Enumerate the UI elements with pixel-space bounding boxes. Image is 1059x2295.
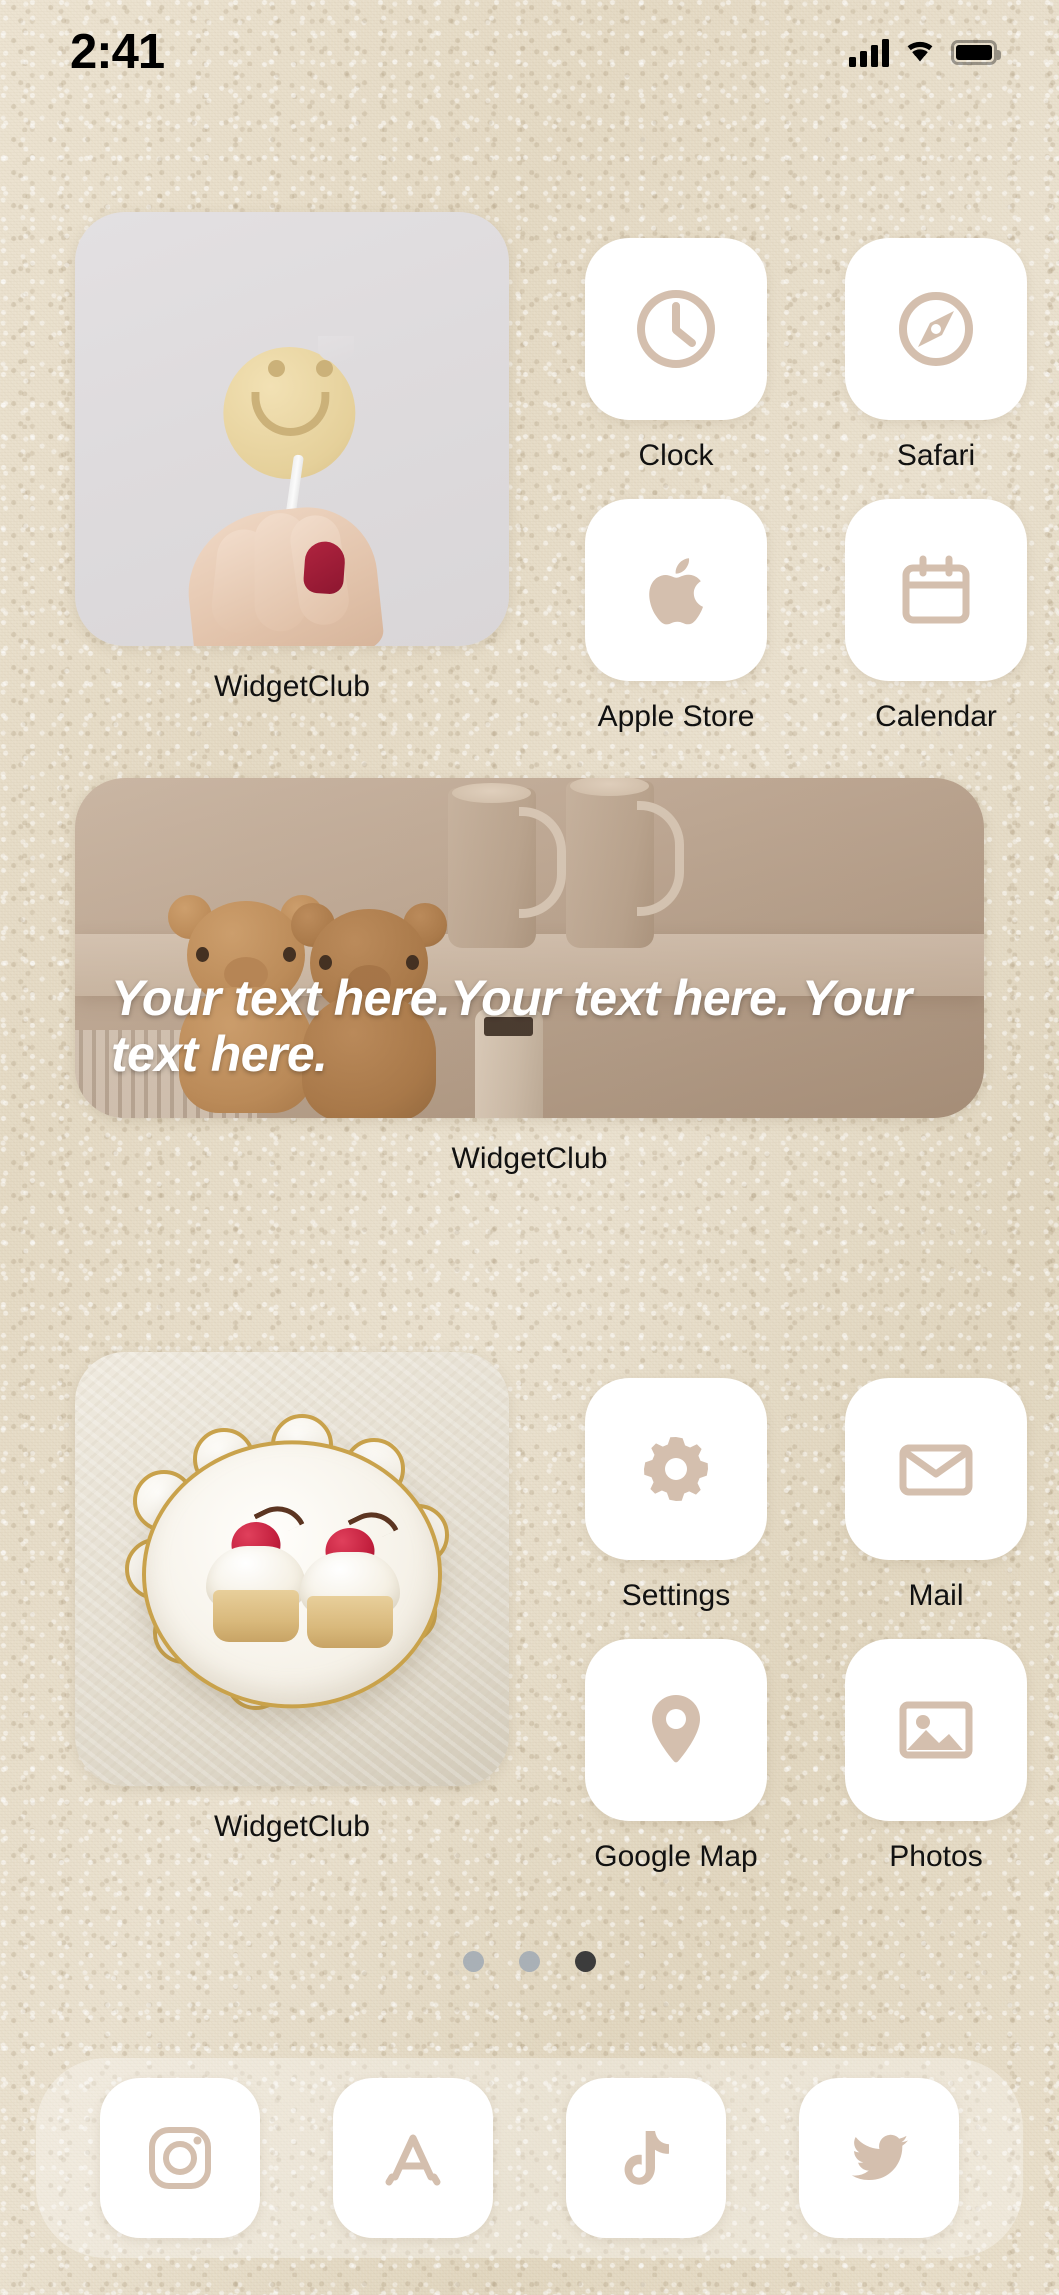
widget-photo-cupcakes: [75, 1352, 509, 1786]
widget-label: WidgetClub: [213, 670, 371, 703]
widget-photo-teddy-bears: Your text here.Your text here. Your text…: [75, 778, 984, 1118]
app-store-icon: [385, 2134, 441, 2186]
cupcake-left: [203, 1492, 309, 1642]
home-row-3: WidgetClub Settings Mail Google Map Phot…: [0, 1352, 1059, 1912]
app-label: Settings: [621, 1579, 731, 1612]
tiktok-icon: [624, 2131, 669, 2185]
home-row-1: WidgetClub Clock Safari Apple Store Cale…: [0, 212, 1059, 734]
twitter-bird-icon: [851, 2134, 908, 2181]
clock-icon: [637, 290, 715, 368]
page-dot-1[interactable]: [463, 1951, 484, 1972]
app-icon-settings[interactable]: Settings: [585, 1378, 767, 1613]
status-bar-time: 2:41: [70, 25, 165, 79]
widget-photo-lollipop: [75, 212, 509, 646]
map-pin-icon: [652, 1695, 700, 1763]
page-indicator[interactable]: [0, 1951, 1059, 1972]
app-icon-clock[interactable]: Clock: [585, 238, 767, 473]
app-label: Calendar: [875, 700, 997, 733]
dock-app-twitter[interactable]: [798, 2078, 959, 2238]
dock-app-instagram[interactable]: [100, 2078, 261, 2238]
widget-teddy-bears[interactable]: Your text here.Your text here. Your text…: [75, 778, 984, 1176]
app-label: Safari: [896, 439, 976, 472]
app-icon-safari[interactable]: Safari: [845, 238, 1027, 473]
hand: [180, 500, 386, 646]
app-tile: [845, 1378, 1027, 1560]
widget-label: WidgetClub: [213, 1810, 371, 1843]
widget-cupcakes[interactable]: WidgetClub: [75, 1352, 509, 1844]
app-label: Clock: [638, 439, 714, 472]
widget-label: WidgetClub: [451, 1142, 608, 1175]
widget-lollipop[interactable]: WidgetClub: [75, 212, 509, 704]
iphone-home-screen: 2:41 WidgetClub Clock Safari Apple Store…: [0, 0, 1059, 2295]
app-tile: [845, 499, 1027, 681]
app-tile: [845, 238, 1027, 420]
app-label: Photos: [889, 1840, 983, 1873]
status-bar: 2:41: [0, 0, 1059, 105]
home-row-2: Your text here.Your text here. Your text…: [0, 778, 1059, 1298]
gear-icon: [644, 1437, 708, 1501]
red-nail: [302, 540, 346, 595]
cupcake-right: [297, 1498, 403, 1648]
cellular-signal-icon: [849, 38, 889, 67]
app-icon-google-map[interactable]: Google Map: [585, 1639, 767, 1874]
app-label: Apple Store: [597, 700, 755, 733]
calendar-icon: [902, 555, 970, 624]
lollipop-eye-left: [268, 359, 286, 377]
page-dot-2[interactable]: [519, 1951, 540, 1972]
app-tile: [845, 1639, 1027, 1821]
app-icon-mail[interactable]: Mail: [845, 1378, 1027, 1613]
app-tile: [585, 238, 767, 420]
app-label: Mail: [908, 1579, 964, 1612]
apple-logo-icon: [649, 558, 703, 625]
dock-app-app-store[interactable]: [333, 2078, 494, 2238]
dock-app-tiktok[interactable]: [565, 2078, 726, 2238]
instagram-icon: [149, 2127, 212, 2189]
battery-icon: [951, 40, 1001, 65]
widget-overlay-text: Your text here.Your text here. Your text…: [111, 970, 912, 1082]
wifi-icon: [903, 37, 937, 68]
app-icon-calendar[interactable]: Calendar: [845, 499, 1027, 734]
image-icon: [899, 1701, 973, 1759]
status-bar-indicators: [849, 37, 1001, 68]
envelope-icon: [899, 1444, 973, 1496]
dock: [36, 2058, 1023, 2258]
app-tile: [585, 1378, 767, 1560]
app-icon-apple-store[interactable]: Apple Store: [585, 499, 767, 734]
app-tile: [585, 499, 767, 681]
app-tile: [585, 1639, 767, 1821]
app-icon-photos[interactable]: Photos: [845, 1639, 1027, 1874]
lollipop-bite: [318, 336, 354, 363]
page-dot-3-active[interactable]: [575, 1951, 596, 1972]
compass-icon: [899, 292, 973, 366]
lollipop-eye-right: [315, 359, 333, 377]
app-label: Google Map: [594, 1840, 758, 1873]
